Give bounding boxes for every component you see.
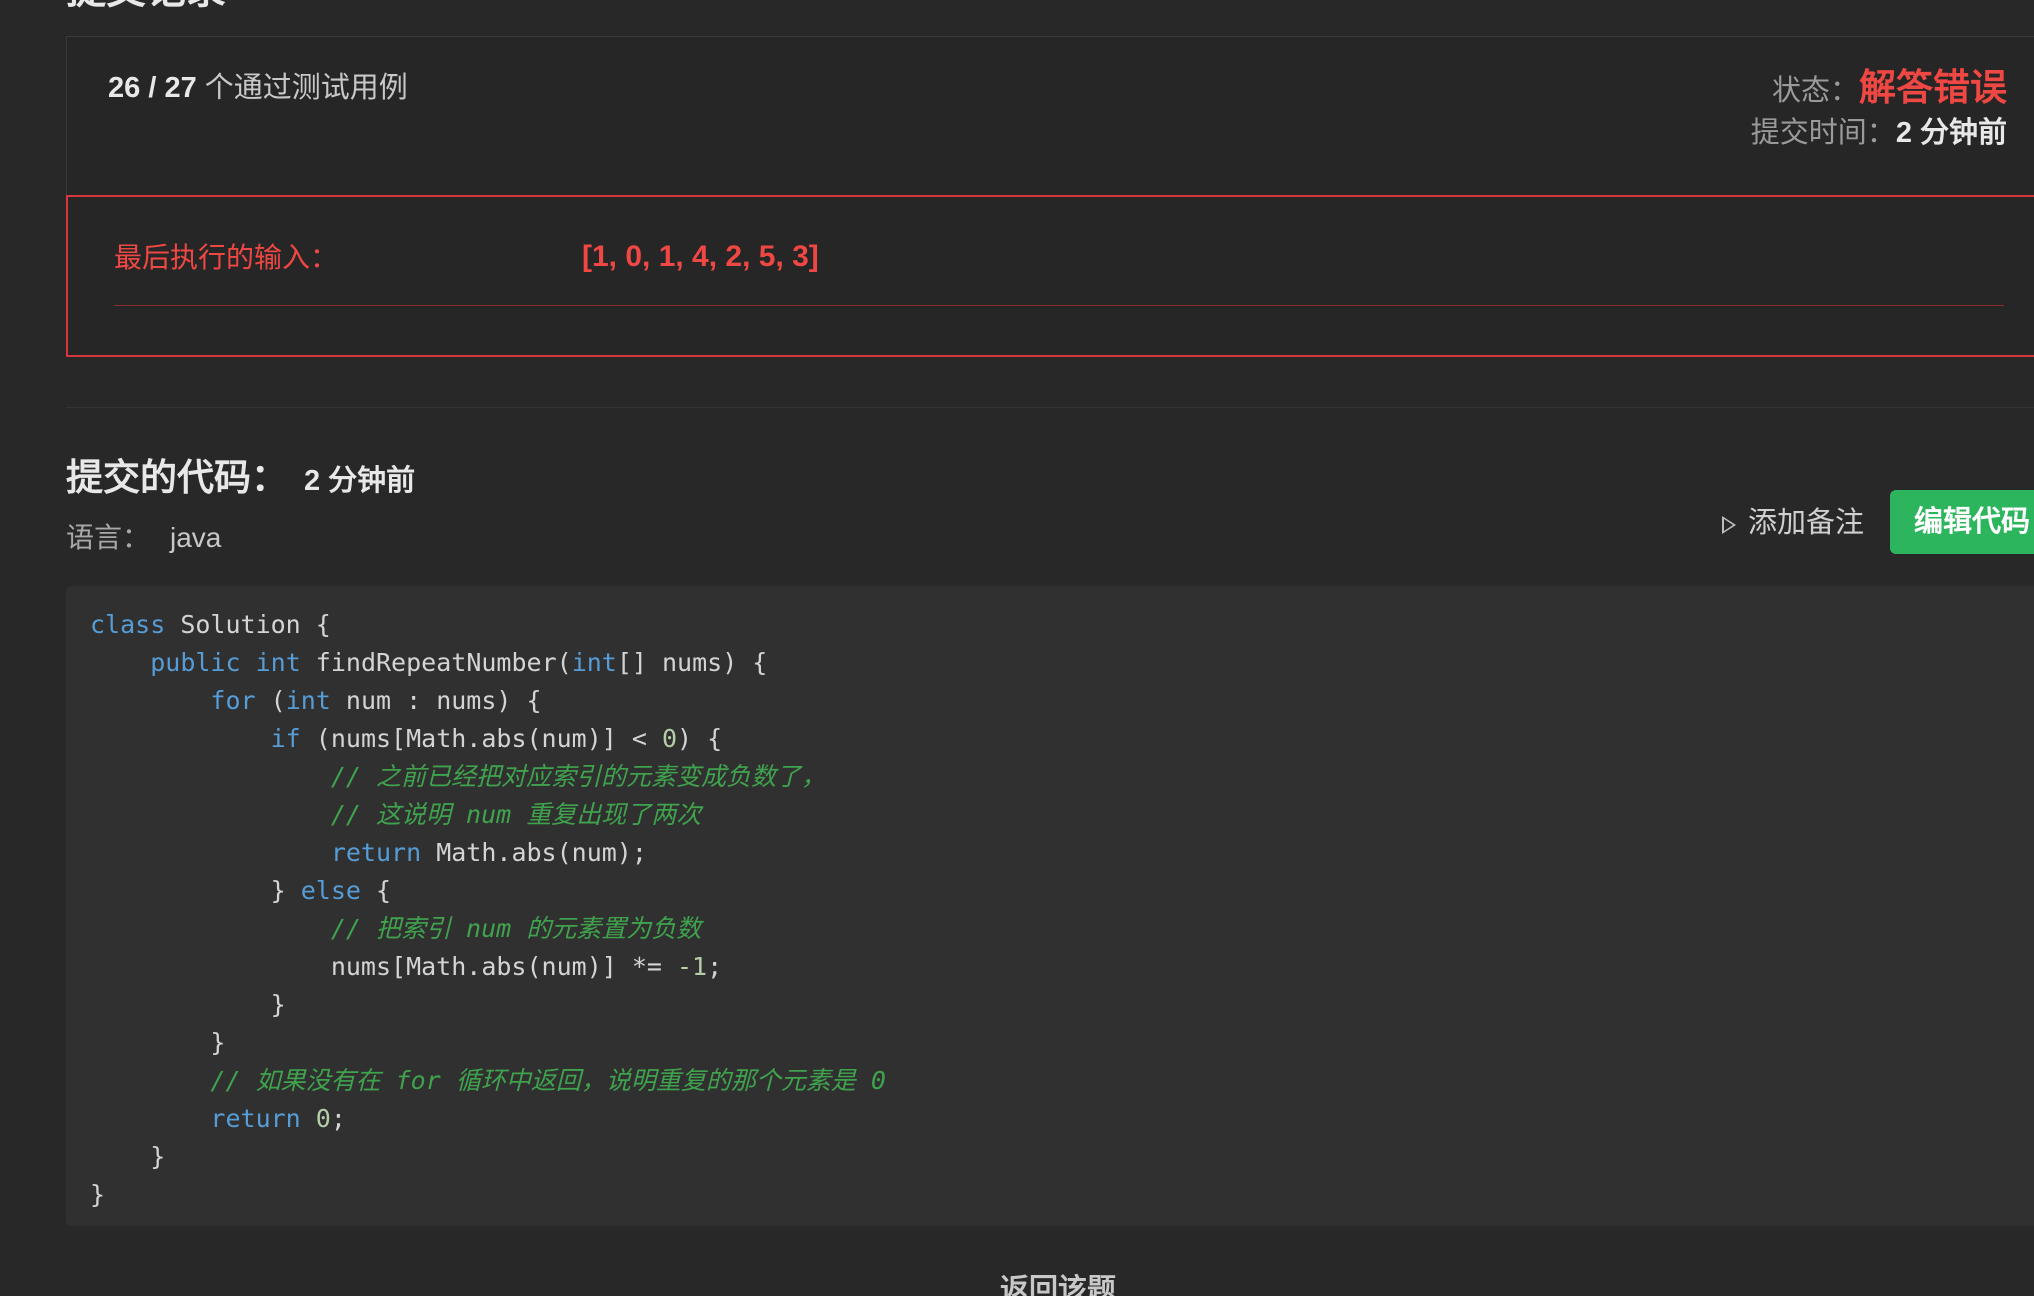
submission-detail-page: 提交记录 26 / 27 个通过测试用例 状态：解答错误 提交时间：2 分钟前 … — [0, 0, 2034, 1296]
test-cases-summary: 26 / 27 个通过测试用例 — [108, 70, 408, 106]
code-line: return Math.abs(num); — [330, 838, 647, 867]
code-line: } — [90, 1142, 166, 1171]
total-count: 27 — [164, 72, 197, 104]
section-divider — [66, 407, 2034, 408]
submitted-code-heading: 提交的代码： 2 分钟前 — [66, 454, 415, 505]
submitted-code-time: 2 分钟前 — [304, 465, 416, 497]
code-viewer: class Solution { public int findRepeatNu… — [66, 586, 2034, 1226]
count-separator: / — [140, 72, 165, 104]
language-line: 语言： java — [66, 520, 221, 556]
code-line: // 把索引 num 的元素置为负数 — [330, 914, 702, 943]
code-line: // 这说明 num 重复出现了两次 — [330, 800, 702, 829]
code-line: return 0; — [210, 1104, 346, 1133]
page-title: 提交记录 — [66, 0, 226, 12]
language-label: 语言： — [66, 522, 151, 553]
last-input-error-box — [66, 195, 2034, 357]
status-label: 状态： — [1771, 75, 1859, 107]
play-outline-icon — [1722, 516, 1736, 534]
status-line: 状态：解答错误 — [1772, 66, 2007, 113]
language-value: java — [170, 522, 222, 553]
edit-code-button[interactable]: 编辑代码 — [1890, 490, 2034, 554]
code-line: nums[Math.abs(num)] *= -1; — [90, 952, 723, 981]
last-input-value: [1, 0, 1, 4, 2, 5, 3] — [582, 240, 819, 273]
code-line: if (nums[Math.abs(num)] < 0) { — [270, 724, 723, 753]
cases-label: 个通过测试用例 — [204, 72, 408, 104]
submit-time-label: 提交时间： — [1750, 117, 1896, 149]
error-divider — [114, 305, 2004, 306]
back-to-problem-link[interactable]: 返回该题 — [1000, 1272, 1116, 1296]
code-line: public int findRepeatNumber(int[] nums) … — [150, 648, 768, 677]
code-line: } — [90, 1028, 226, 1057]
code-line: } — [90, 990, 286, 1019]
add-note-button[interactable]: 添加备注 — [1722, 502, 1864, 544]
add-note-label: 添加备注 — [1748, 507, 1865, 539]
last-input-label: 最后执行的输入： — [114, 242, 339, 273]
passed-count: 26 — [108, 72, 141, 104]
code-line: // 之前已经把对应索引的元素变成负数了， — [330, 762, 826, 791]
submitted-code-title: 提交的代码： — [66, 457, 288, 498]
code-line: } else { — [90, 876, 392, 905]
submit-time-line: 提交时间：2 分钟前 — [1751, 114, 2007, 152]
code-line: } — [90, 1180, 106, 1209]
code-line: for (int num : nums) { — [210, 686, 542, 715]
code-line: class Solution { — [90, 610, 331, 639]
code-line: // 如果没有在 for 循环中返回，说明重复的那个元素是 0 — [210, 1066, 886, 1095]
status-value: 解答错误 — [1859, 67, 2007, 108]
submit-time-value: 2 分钟前 — [1895, 117, 2007, 149]
